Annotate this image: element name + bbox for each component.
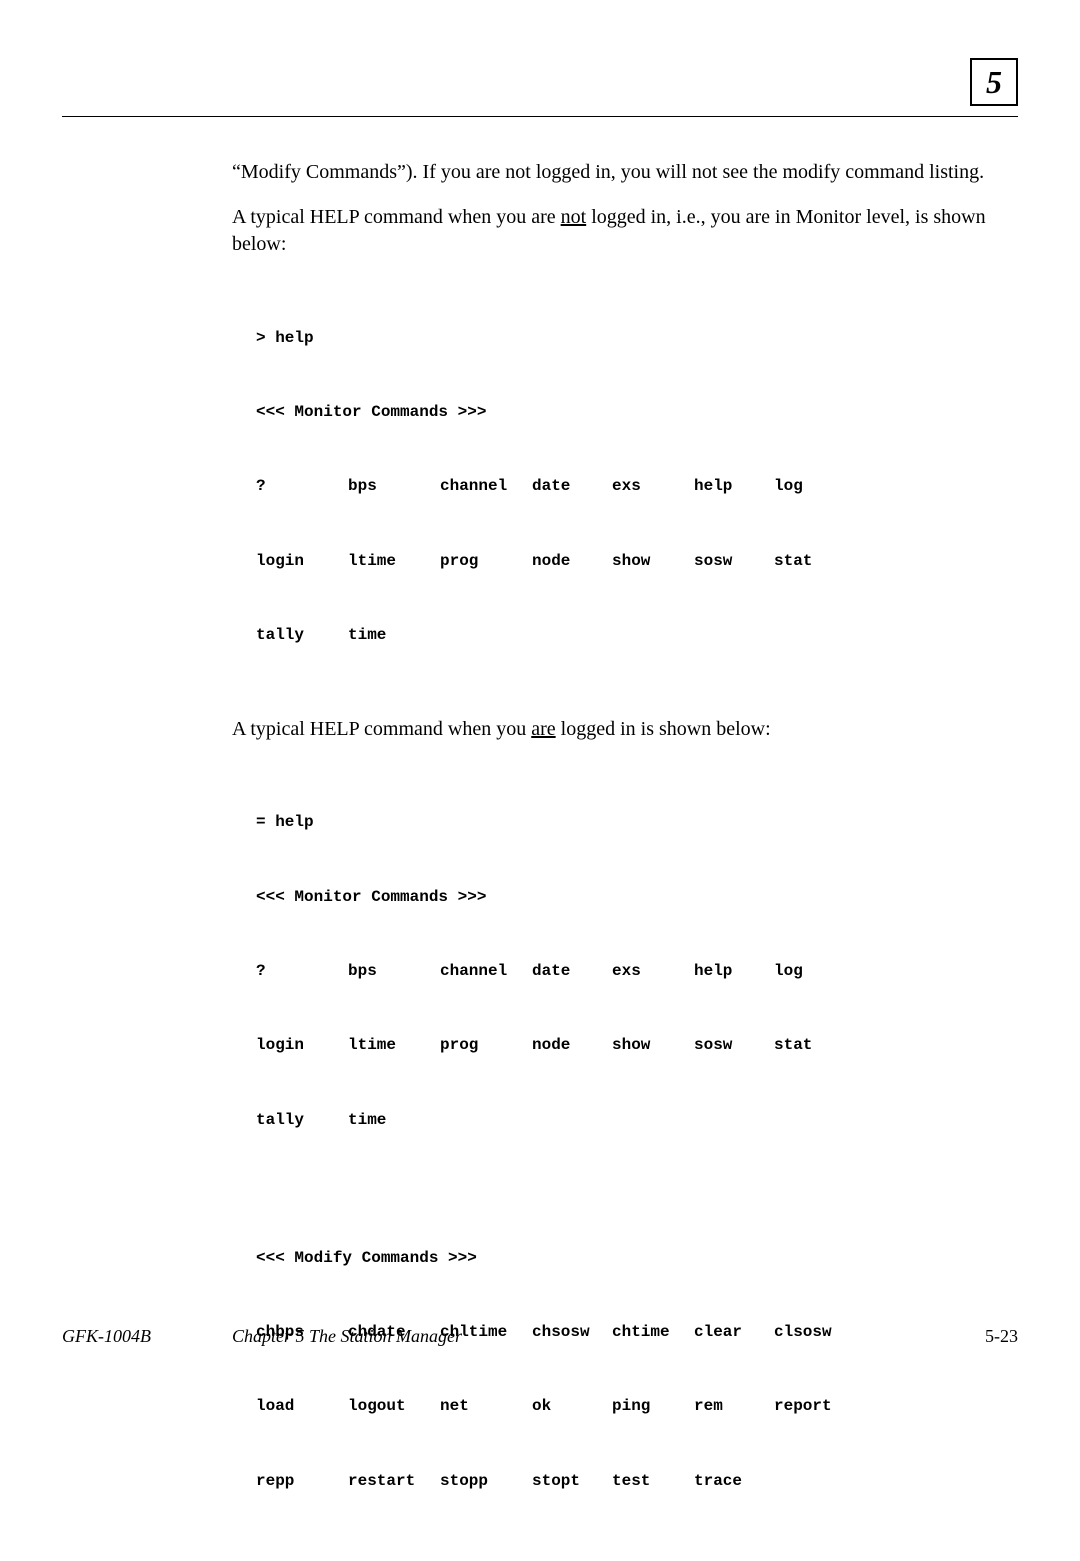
paragraph-help-not-logged: A typical HELP command when you are not … bbox=[232, 204, 1008, 258]
para2-text-a: A typical HELP command when you are bbox=[232, 206, 561, 228]
para3-text-a: A typical HELP command when you bbox=[232, 718, 531, 740]
term2-header-monitor: <<< Monitor Commands >>> bbox=[256, 885, 1008, 910]
term1-header: <<< Monitor Commands >>> bbox=[256, 400, 1008, 425]
para1-text: “Modify Commands”). If you are not logge… bbox=[232, 161, 984, 183]
paragraph-continuation: “Modify Commands”). If you are not logge… bbox=[232, 159, 1008, 186]
table-row: loginltimeprognodeshowsoswstat bbox=[256, 549, 1008, 574]
chapter-number-box: 5 bbox=[970, 58, 1018, 106]
term1-prompt: > help bbox=[256, 326, 1008, 351]
term2-header-modify: <<< Modify Commands >>> bbox=[256, 1246, 1008, 1271]
para3-underline: are bbox=[531, 718, 555, 740]
header-rule bbox=[62, 116, 1018, 117]
content-column: “Modify Commands”). If you are not logge… bbox=[232, 159, 1008, 1561]
para3-text-b: logged in is shown below: bbox=[556, 718, 771, 740]
footer-page-number: 5-23 bbox=[985, 1326, 1018, 1347]
chapter-number: 5 bbox=[986, 64, 1002, 101]
term2-prompt: = help bbox=[256, 810, 1008, 835]
table-row: ?bpschanneldateexshelplog bbox=[256, 959, 1008, 984]
para2-underline: not bbox=[561, 206, 587, 228]
paragraph-help-logged: A typical HELP command when you are logg… bbox=[232, 716, 1008, 743]
chapter-header: 5 bbox=[62, 58, 1018, 106]
terminal-block-1: > help <<< Monitor Commands >>> ?bpschan… bbox=[256, 276, 1008, 698]
terminal-block-2: = help <<< Monitor Commands >>> ?bpschan… bbox=[256, 761, 1008, 1544]
footer-doc-id: GFK-1004B bbox=[62, 1326, 232, 1347]
page-footer: GFK-1004B Chapter 5 The Station Manager … bbox=[62, 1326, 1018, 1347]
page: 5 “Modify Commands”). If you are not log… bbox=[0, 0, 1080, 1397]
table-row: tallytime bbox=[256, 1108, 1008, 1133]
table-row: ?bpschanneldateexshelplog bbox=[256, 474, 1008, 499]
footer-chapter-title: Chapter 5 The Station Manager bbox=[232, 1326, 985, 1347]
table-row: loginltimeprognodeshowsoswstat bbox=[256, 1033, 1008, 1058]
table-row: repprestartstoppstopttesttrace bbox=[256, 1469, 1008, 1494]
table-row: tallytime bbox=[256, 623, 1008, 648]
table-row: loadlogoutnetokpingremreport bbox=[256, 1394, 1008, 1419]
blank-line bbox=[256, 1182, 1008, 1196]
